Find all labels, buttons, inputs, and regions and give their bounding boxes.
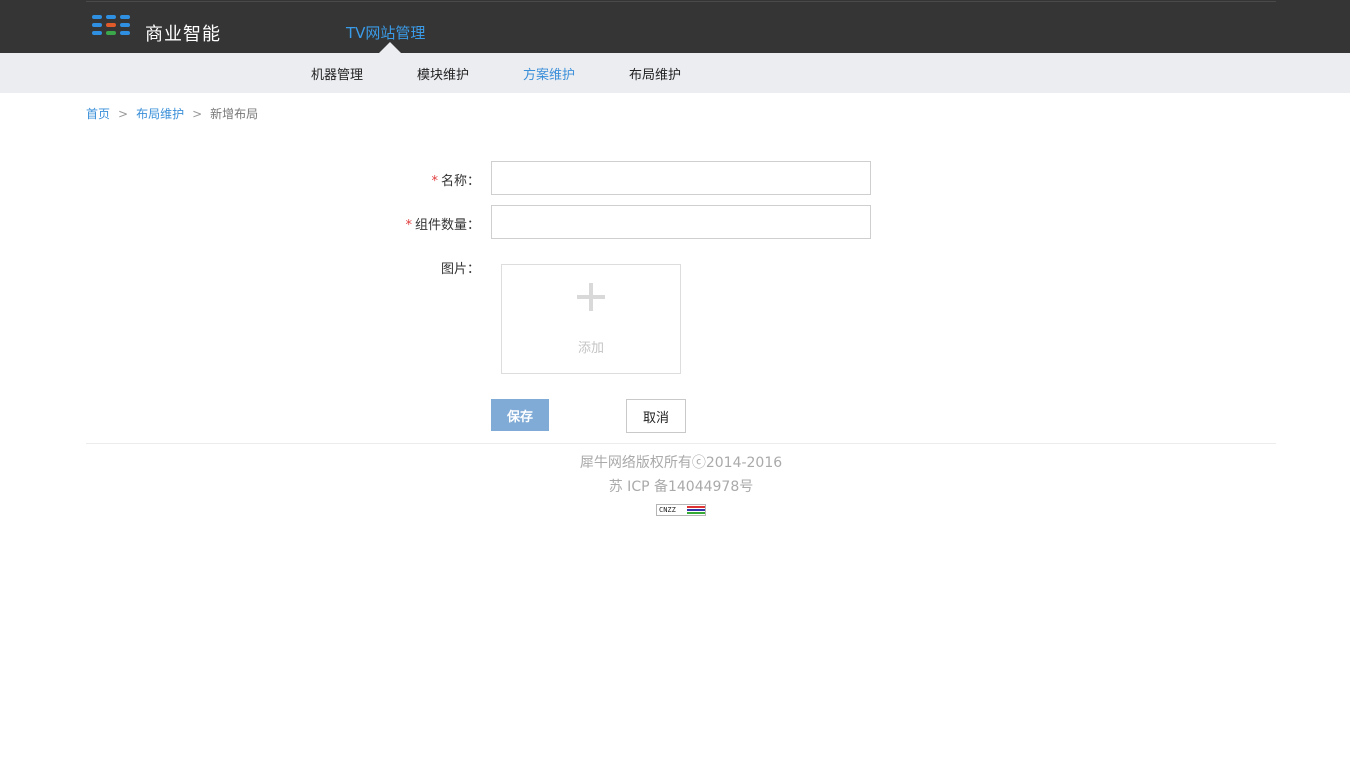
breadcrumb: 首页 > 布局维护 > 新增布局 [86, 105, 258, 122]
copyright-text: 犀牛网络版权所有ⓒ2014-2016 [579, 455, 783, 471]
sub-nav: 机器管理 模块维护 方案维护 布局维护 [0, 53, 1350, 93]
image-upload-button[interactable]: 添加 [501, 264, 681, 374]
count-label-text: 组件数量： [414, 218, 480, 233]
grid-dots-icon [92, 15, 130, 35]
name-label-text: 名称： [440, 174, 480, 189]
breadcrumb-current: 新增布局 [210, 107, 259, 121]
name-field[interactable] [491, 161, 871, 195]
breadcrumb-home[interactable]: 首页 [86, 107, 110, 121]
count-label: * 组件数量： [405, 214, 480, 233]
active-pointer [379, 42, 401, 53]
subnav-item-modules[interactable]: 模块维护 [417, 64, 469, 83]
product-title[interactable]: TV网站管理 [346, 22, 425, 43]
cancel-button[interactable]: 取消 [626, 399, 686, 433]
cnzz-badge[interactable]: CNZZ [656, 504, 706, 516]
breadcrumb-separator: > [192, 107, 203, 121]
subnav-item-layouts[interactable]: 布局维护 [629, 64, 681, 83]
plus-icon [575, 281, 607, 313]
upload-label: 添加 [577, 341, 604, 356]
save-button[interactable]: 保存 [491, 399, 549, 431]
brand-name: 商业智能 [145, 24, 221, 45]
cnzz-badge-text: CNZZ [659, 506, 676, 514]
top-divider [86, 1, 1276, 2]
breadcrumb-parent[interactable]: 布局维护 [136, 107, 184, 121]
name-label: * 名称： [431, 170, 480, 189]
subnav-item-machines[interactable]: 机器管理 [311, 64, 363, 83]
footer-divider [86, 443, 1276, 444]
required-mark: * [405, 218, 412, 233]
image-label: 图片： [440, 262, 480, 277]
breadcrumb-separator: > [118, 107, 129, 121]
top-bar: 商业智能 TV网站管理 [0, 0, 1350, 53]
stats-bars-icon [687, 506, 705, 514]
subnav-item-plans[interactable]: 方案维护 [523, 64, 575, 83]
component-count-field[interactable] [491, 205, 871, 239]
icp-text[interactable]: 苏 ICP 备14044978号 [0, 476, 1350, 496]
required-mark: * [431, 174, 438, 189]
